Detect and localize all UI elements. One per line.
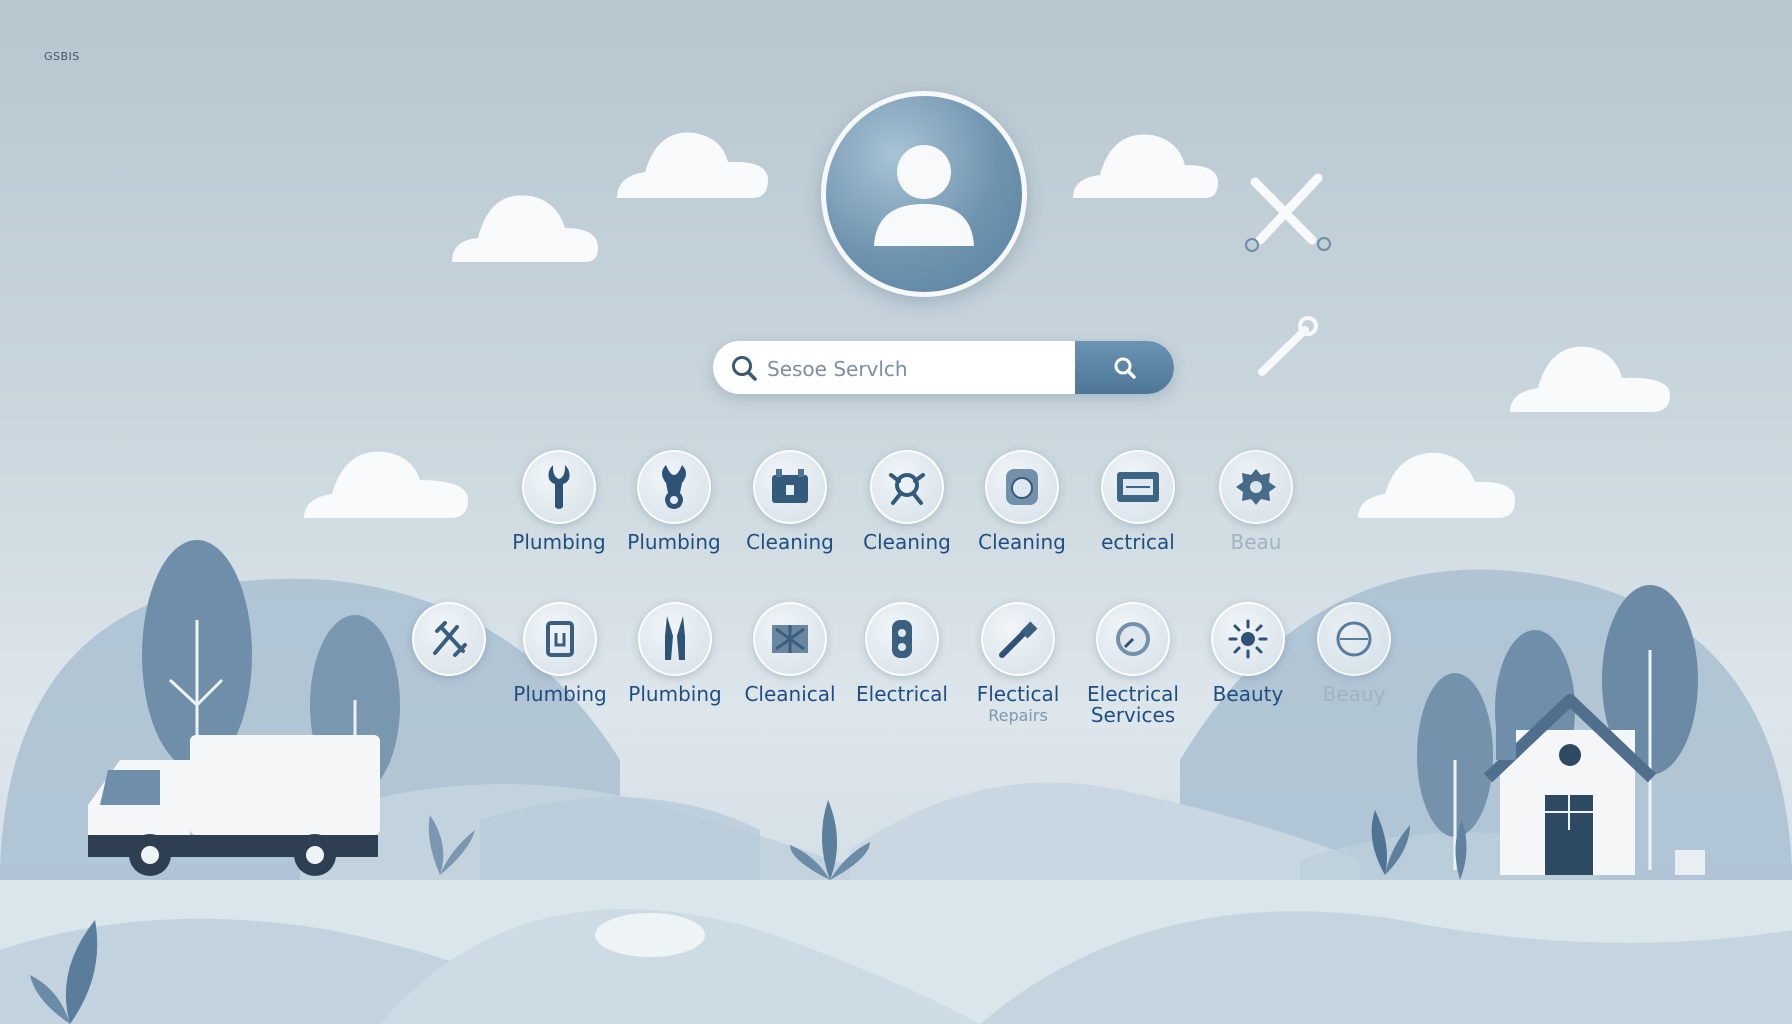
wrench-icon: [1250, 173, 1323, 245]
brush-icon: [753, 602, 827, 676]
sun-icon: [1211, 602, 1285, 676]
meter-icon: [1096, 602, 1170, 676]
service-label: Beauy: [1322, 682, 1386, 706]
service-sublabel: Services: [1090, 703, 1176, 727]
tools-icon: [412, 602, 486, 676]
washer-icon: [985, 450, 1059, 524]
user-avatar[interactable]: [821, 91, 1027, 297]
corner-label: GSBIS: [44, 50, 80, 63]
service-label: Beau: [1230, 530, 1282, 554]
plug-icon: [523, 602, 597, 676]
search-input[interactable]: [765, 341, 1089, 394]
search-button[interactable]: [1075, 341, 1174, 394]
screwdriver-icon: [981, 602, 1055, 676]
pipe-wrench-icon: [637, 450, 711, 524]
user-icon: [874, 145, 974, 246]
vacuum-icon: [870, 450, 944, 524]
pliers-icon: [638, 602, 712, 676]
search-bar: [713, 341, 1174, 394]
gear-icon: [1219, 450, 1293, 524]
mirror-icon: [1317, 602, 1391, 676]
search-icon: [1114, 357, 1136, 379]
panel-icon: [1101, 450, 1175, 524]
search-icon: [732, 356, 757, 381]
service-beauty-3[interactable]: Beauy: [1284, 602, 1424, 705]
service-beauty-1[interactable]: Beau: [1186, 450, 1326, 553]
wrench-icon: [522, 450, 596, 524]
socket-icon: [865, 602, 939, 676]
bucket-icon: [753, 450, 827, 524]
